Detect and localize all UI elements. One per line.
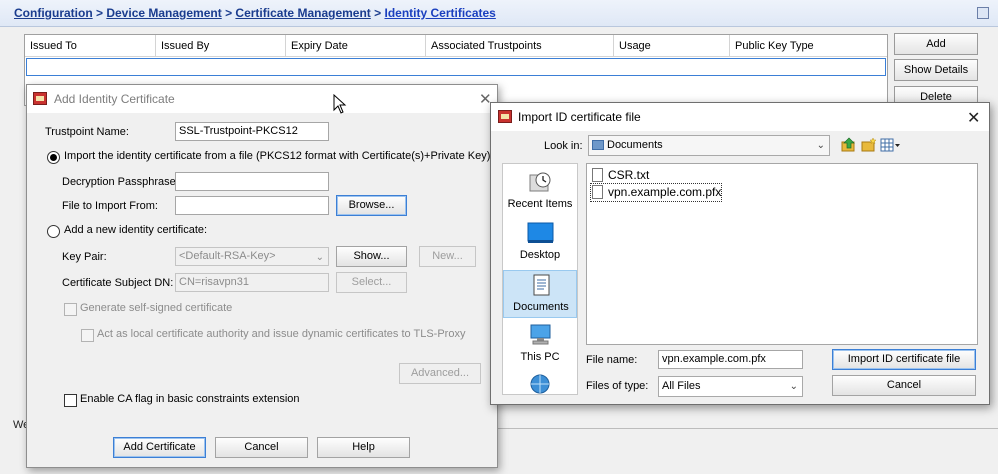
breadcrumb-configuration[interactable]: Configuration	[14, 6, 93, 20]
select-subject-button[interactable]: Select...	[336, 272, 407, 293]
browse-button[interactable]: Browse...	[336, 195, 407, 216]
cancel-button[interactable]: Cancel	[832, 375, 976, 396]
trustpoint-name-input[interactable]: SSL-Trustpoint-PKCS12	[175, 122, 329, 141]
asdm-app-icon	[33, 92, 47, 105]
certificate-subject-dn-label: Certificate Subject DN:	[62, 277, 174, 289]
chevron-down-icon: ⌄	[816, 140, 825, 151]
up-folder-icon[interactable]	[841, 137, 857, 153]
file-list[interactable]: CSR.txt vpn.example.com.pfx	[586, 163, 978, 345]
look-in-select[interactable]: Documents ⌄	[588, 135, 830, 156]
new-key-pair-button[interactable]: New...	[419, 246, 476, 267]
column-public-key-type[interactable]: Public Key Type	[730, 35, 887, 57]
files-of-type-label: Files of type:	[586, 380, 649, 392]
chevron-down-icon: ⌄	[315, 252, 324, 263]
decryption-passphrase-input[interactable]	[175, 172, 329, 191]
dialog-titlebar[interactable]: Import ID certificate file ✕	[491, 103, 989, 131]
add-new-certificate-radio[interactable]	[47, 225, 60, 238]
documents-folder-icon	[592, 140, 604, 150]
dialog-titlebar[interactable]: Add Identity Certificate ✕	[27, 85, 497, 113]
places-bar: Recent Items Desktop Documents This PC	[502, 163, 578, 395]
import-id-certificate-dialog: Import ID certificate file ✕ Look in: Do…	[490, 102, 990, 405]
trustpoint-name-label: Trustpoint Name:	[45, 126, 129, 138]
place-documents[interactable]: Documents	[503, 270, 577, 318]
column-usage[interactable]: Usage	[614, 35, 730, 57]
new-folder-icon[interactable]	[861, 137, 877, 153]
look-in-label: Look in:	[544, 140, 583, 152]
dialog-title: Add Identity Certificate	[54, 92, 175, 106]
import-id-certificate-button[interactable]: Import ID certificate file	[832, 349, 976, 370]
dialog-title: Import ID certificate file	[518, 110, 641, 124]
files-of-type-value: All Files	[662, 380, 701, 392]
chevron-down-icon: ⌄	[789, 381, 798, 392]
show-details-button[interactable]: Show Details	[894, 59, 978, 81]
column-expiry-date[interactable]: Expiry Date	[286, 35, 426, 57]
place-label: Recent Items	[507, 198, 573, 210]
column-issued-by[interactable]: Issued By	[156, 35, 286, 57]
table-header: Issued To Issued By Expiry Date Associat…	[25, 35, 887, 57]
this-pc-icon	[530, 324, 551, 345]
local-ca-label: Act as local certificate authority and i…	[97, 328, 466, 340]
recent-items-icon	[529, 172, 551, 192]
file-item-csr[interactable]: CSR.txt	[591, 167, 649, 184]
desktop-icon	[527, 222, 554, 243]
file-name-label: File name:	[586, 354, 638, 366]
breadcrumb-separator: >	[92, 6, 107, 20]
add-button[interactable]: Add	[894, 33, 978, 55]
place-recent-items[interactable]: Recent Items	[503, 168, 577, 216]
breadcrumb-device-management[interactable]: Device Management	[106, 6, 221, 20]
place-label: This PC	[520, 351, 560, 363]
breadcrumb-separator: >	[221, 6, 236, 20]
advanced-button[interactable]: Advanced...	[399, 363, 481, 384]
breadcrumb-identity-certificates[interactable]: Identity Certificates	[384, 6, 495, 20]
place-label: Desktop	[519, 249, 561, 261]
file-name: vpn.example.com.pfx	[608, 185, 722, 199]
place-label: Documents	[513, 301, 569, 313]
decryption-passphrase-label: Decryption Passphrase:	[62, 176, 179, 188]
self-signed-label: Generate self-signed certificate	[80, 302, 233, 314]
certificate-subject-dn-input[interactable]: CN=risavpn31	[175, 273, 329, 292]
file-to-import-label: File to Import From:	[62, 200, 158, 212]
place-desktop[interactable]: Desktop	[503, 219, 577, 267]
place-this-pc[interactable]: This PC	[503, 321, 577, 369]
add-certificate-button[interactable]: Add Certificate	[113, 437, 206, 458]
asdm-app-icon	[498, 110, 512, 123]
mouse-pointer-icon	[333, 94, 347, 114]
text-file-icon	[592, 168, 603, 182]
file-item-pfx[interactable]: vpn.example.com.pfx	[589, 183, 723, 202]
breadcrumb-certificate-management[interactable]: Certificate Management	[235, 6, 370, 20]
add-new-certificate-label[interactable]: Add a new identity certificate:	[64, 224, 207, 236]
place-network[interactable]	[503, 370, 577, 394]
table-row[interactable]	[26, 58, 886, 76]
import-from-file-radio[interactable]	[47, 151, 60, 164]
help-button[interactable]: Help	[317, 437, 410, 458]
import-from-file-label[interactable]: Import the identity certificate from a f…	[64, 150, 493, 162]
key-pair-label: Key Pair:	[62, 251, 107, 263]
key-pair-select[interactable]: <Default-RSA-Key> ⌄	[175, 247, 329, 266]
file-to-import-input[interactable]	[175, 196, 329, 215]
file-name-input[interactable]: vpn.example.com.pfx	[658, 350, 803, 369]
look-in-value: Documents	[607, 139, 663, 151]
add-identity-certificate-dialog: Add Identity Certificate ✕ Trustpoint Na…	[26, 84, 498, 468]
ca-flag-checkbox[interactable]	[64, 394, 77, 407]
self-signed-checkbox[interactable]	[64, 303, 77, 316]
close-icon[interactable]: ✕	[967, 108, 980, 128]
ca-flag-label: Enable CA flag in basic constraints exte…	[80, 393, 300, 405]
breadcrumb-separator: >	[370, 6, 385, 20]
view-menu-icon[interactable]	[880, 137, 902, 153]
files-of-type-select[interactable]: All Files ⌄	[658, 376, 803, 397]
documents-icon	[533, 274, 550, 296]
cancel-button[interactable]: Cancel	[215, 437, 308, 458]
panel-restore-icon[interactable]	[977, 7, 989, 19]
divider	[498, 428, 998, 429]
key-pair-value: <Default-RSA-Key>	[179, 250, 276, 262]
column-associated-trustpoints[interactable]: Associated Trustpoints	[426, 35, 614, 57]
network-icon	[530, 374, 550, 394]
certificate-file-icon	[592, 185, 603, 199]
show-key-pair-button[interactable]: Show...	[336, 246, 407, 267]
column-issued-to[interactable]: Issued To	[25, 35, 156, 57]
breadcrumb: Configuration > Device Management > Cert…	[14, 6, 496, 20]
file-name: CSR.txt	[608, 168, 650, 182]
local-ca-checkbox[interactable]	[81, 329, 94, 342]
